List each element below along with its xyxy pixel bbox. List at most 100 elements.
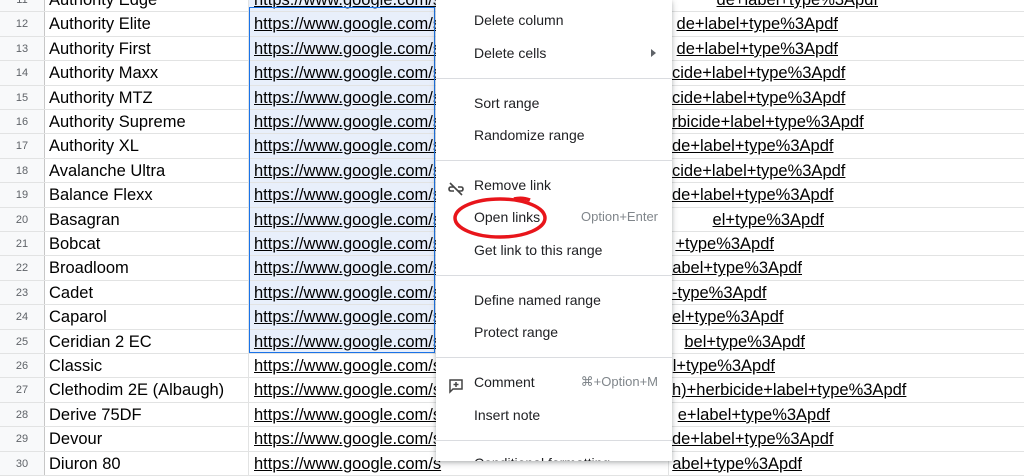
menu-item-get-link[interactable]: Get link to this range <box>436 235 672 265</box>
link-text[interactable]: https://www.google.com/s <box>254 113 441 131</box>
link-text[interactable]: https://www.google.com/s <box>254 162 441 180</box>
row-number[interactable]: 21 <box>0 232 45 256</box>
cell-empty[interactable] <box>869 37 1024 60</box>
link-text[interactable]: https://www.google.com/s <box>254 406 441 424</box>
link-overflow-text[interactable]: cide+label+type%3Apdf <box>672 159 845 183</box>
row-number[interactable]: 26 <box>0 354 45 378</box>
link-text[interactable]: https://www.google.com/s <box>254 284 441 302</box>
cell-empty[interactable] <box>869 281 1024 304</box>
cell-empty[interactable] <box>869 134 1024 157</box>
cell-product-name[interactable]: Cadet <box>45 280 249 305</box>
link-overflow-text[interactable]: de+label+type%3Apdf <box>677 12 838 36</box>
row-number[interactable]: 24 <box>0 305 45 329</box>
cell-product-name[interactable]: Broadloom <box>45 256 249 280</box>
row-number[interactable]: 20 <box>0 207 45 231</box>
cell-product-name[interactable]: Bobcat <box>45 232 249 256</box>
link-overflow-text[interactable]: bel+type%3Apdf <box>684 330 805 354</box>
cell-empty[interactable] <box>869 86 1024 109</box>
link-overflow-text[interactable]: abel+type%3Apdf <box>672 452 802 476</box>
link-overflow-text[interactable]: abel+type%3Apdf <box>672 256 802 280</box>
cell-product-name[interactable]: Clethodim 2E (Albaugh) <box>45 378 249 402</box>
menu-item-delete-cells[interactable]: Delete cells <box>436 38 672 68</box>
cell-empty[interactable] <box>869 12 1024 35</box>
link-overflow-text[interactable]: h)+herbicide+label+type%3Apdf <box>672 378 906 402</box>
link-overflow-text[interactable]: +type%3Apdf <box>675 232 774 256</box>
row-number[interactable]: 15 <box>0 85 45 109</box>
cell-product-name[interactable]: Diuron 80 <box>45 451 249 475</box>
link-overflow-text[interactable]: cide+label+type%3Apdf <box>672 86 845 110</box>
cell-empty[interactable] <box>869 110 1024 133</box>
cell-empty[interactable] <box>869 354 1024 377</box>
menu-item-conditional-formatting[interactable]: Conditional formatting <box>436 448 672 461</box>
link-overflow-text[interactable]: l+type%3Apdf <box>673 354 775 378</box>
row-number[interactable]: 12 <box>0 12 45 36</box>
link-text[interactable]: https://www.google.com/s <box>254 235 441 253</box>
link-text[interactable]: https://www.google.com/s <box>254 64 441 82</box>
link-overflow-text[interactable]: el+type%3Apdf <box>672 305 783 329</box>
link-text[interactable]: https://www.google.com/s <box>254 211 441 229</box>
menu-item-open-links[interactable]: Open links Option+Enter <box>436 202 672 232</box>
menu-item-remove-link[interactable]: Remove link <box>436 170 672 200</box>
cell-product-name[interactable]: Authority Edge <box>45 0 249 12</box>
row-number[interactable]: 30 <box>0 451 45 475</box>
cell-empty[interactable] <box>869 305 1024 328</box>
cell-product-name[interactable]: Authority MTZ <box>45 85 249 109</box>
cell-empty[interactable] <box>869 208 1024 231</box>
cell-product-name[interactable]: Authority Elite <box>45 12 249 36</box>
row-number[interactable]: 11 <box>0 0 45 12</box>
row-number[interactable]: 17 <box>0 134 45 158</box>
cell-empty[interactable] <box>869 0 1024 11</box>
link-text[interactable]: https://www.google.com/s <box>254 430 441 448</box>
cell-empty[interactable] <box>869 232 1024 255</box>
cell-product-name[interactable]: Caparol <box>45 305 249 329</box>
cell-empty[interactable] <box>869 256 1024 279</box>
link-text[interactable]: https://www.google.com/s <box>254 308 441 326</box>
cell-empty[interactable] <box>869 403 1024 426</box>
link-overflow-text[interactable]: rbicide+label+type%3Apdf <box>672 110 864 134</box>
link-overflow-text[interactable]: e+label+type%3Apdf <box>678 403 830 427</box>
cell-product-name[interactable]: Derive 75DF <box>45 402 249 427</box>
link-text[interactable]: https://www.google.com/s <box>254 357 441 375</box>
menu-item-protect-range[interactable]: Protect range <box>436 317 672 347</box>
link-text[interactable]: https://www.google.com/s <box>254 89 441 107</box>
row-number[interactable]: 23 <box>0 280 45 305</box>
cell-product-name[interactable]: Ceridian 2 EC <box>45 329 249 353</box>
link-overflow-text[interactable]: el+type%3Apdf <box>713 208 824 232</box>
cell-empty[interactable] <box>869 159 1024 182</box>
menu-item-define-named-range[interactable]: Define named range <box>436 285 672 315</box>
row-number[interactable]: 29 <box>0 427 45 451</box>
link-text[interactable]: https://www.google.com/s <box>254 137 441 155</box>
row-number[interactable]: 18 <box>0 158 45 183</box>
link-text[interactable]: https://www.google.com/s <box>254 15 441 33</box>
link-overflow-text[interactable]: de+label+type%3Apdf <box>672 183 833 207</box>
cell-product-name[interactable]: Classic <box>45 354 249 378</box>
row-number[interactable]: 25 <box>0 329 45 353</box>
cell-empty[interactable] <box>869 452 1024 475</box>
cell-product-name[interactable]: Basagran <box>45 207 249 231</box>
cell-empty[interactable] <box>869 61 1024 84</box>
row-number[interactable]: 14 <box>0 61 45 85</box>
link-text[interactable]: https://www.google.com/s <box>254 333 441 351</box>
menu-item-insert-note[interactable]: Insert note <box>436 400 672 430</box>
row-number[interactable]: 22 <box>0 256 45 280</box>
cell-empty[interactable] <box>869 183 1024 206</box>
cell-product-name[interactable]: Balance Flexx <box>45 183 249 207</box>
row-number[interactable]: 13 <box>0 36 45 61</box>
cell-product-name[interactable]: Authority First <box>45 36 249 61</box>
cell-product-name[interactable]: Authority Supreme <box>45 110 249 134</box>
link-overflow-text[interactable]: de+label+type%3Apdf <box>677 37 838 61</box>
link-text[interactable]: https://www.google.com/s <box>254 455 441 473</box>
cell-product-name[interactable]: Avalanche Ultra <box>45 158 249 183</box>
cell-empty[interactable] <box>869 330 1024 353</box>
link-text[interactable]: https://www.google.com/s <box>254 0 441 9</box>
row-number[interactable]: 27 <box>0 378 45 402</box>
link-text[interactable]: https://www.google.com/s <box>254 259 441 277</box>
link-text[interactable]: https://www.google.com/s <box>254 381 441 399</box>
link-overflow-text[interactable]: de+label+type%3Apdf <box>717 0 878 12</box>
cell-product-name[interactable]: Authority Maxx <box>45 61 249 85</box>
cell-empty[interactable] <box>869 427 1024 450</box>
menu-item-delete-column[interactable]: Delete column <box>436 5 672 35</box>
menu-item-randomize-range[interactable]: Randomize range <box>436 120 672 150</box>
link-overflow-text[interactable]: cide+label+type%3Apdf <box>672 61 845 85</box>
link-overflow-text[interactable]: de+label+type%3Apdf <box>672 427 833 451</box>
